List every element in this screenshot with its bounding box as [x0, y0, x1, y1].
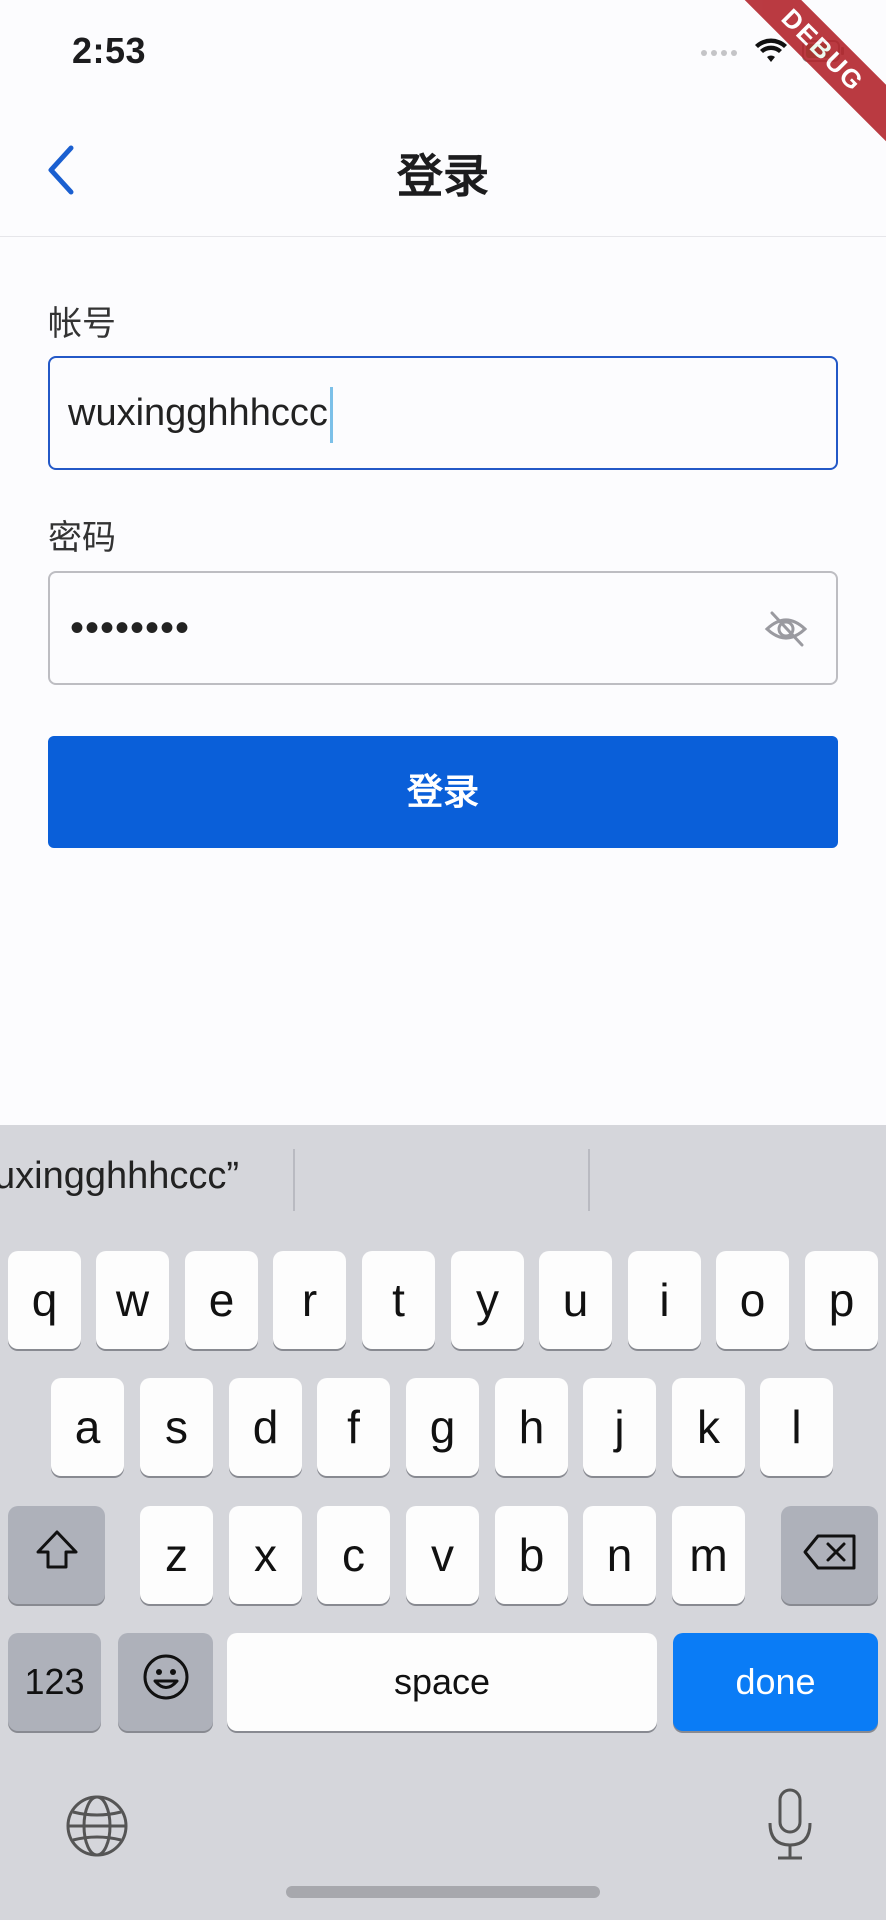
key-t[interactable]: t: [362, 1251, 435, 1349]
key-r[interactable]: r: [273, 1251, 346, 1349]
key-p[interactable]: p: [805, 1251, 878, 1349]
key-n[interactable]: n: [583, 1506, 656, 1604]
key-e[interactable]: e: [185, 1251, 258, 1349]
account-input[interactable]: wuxingghhhccc: [48, 356, 838, 470]
key-x[interactable]: x: [229, 1506, 302, 1604]
shift-key[interactable]: [8, 1506, 105, 1604]
key-a[interactable]: a: [51, 1378, 124, 1476]
wifi-icon: [754, 38, 788, 69]
text-caret: [329, 386, 333, 443]
password-label: 密码: [48, 519, 116, 557]
done-key[interactable]: done: [673, 1633, 878, 1731]
status-bar: 2:53 DEBUG: [0, 0, 886, 153]
key-k[interactable]: k: [672, 1378, 745, 1476]
key-j[interactable]: j: [583, 1378, 656, 1476]
suggestion-divider: [588, 1149, 590, 1211]
key-b[interactable]: b: [495, 1506, 568, 1604]
key-q[interactable]: q: [8, 1251, 81, 1349]
login-button[interactable]: 登录: [48, 736, 838, 848]
eye-off-icon[interactable]: [764, 609, 808, 649]
numbers-key[interactable]: 123: [8, 1633, 101, 1731]
key-f[interactable]: f: [317, 1378, 390, 1476]
key-w[interactable]: w: [96, 1251, 169, 1349]
key-o[interactable]: o: [716, 1251, 789, 1349]
home-indicator[interactable]: [286, 1886, 600, 1898]
signal-dots-icon: [700, 45, 740, 63]
key-y[interactable]: y: [451, 1251, 524, 1349]
status-time: 2:53: [72, 30, 147, 71]
password-input-value: ••••••••: [70, 606, 191, 650]
key-v[interactable]: v: [406, 1506, 479, 1604]
account-input-value: wuxingghhhccc: [68, 358, 333, 468]
microphone-icon[interactable]: [764, 1787, 816, 1868]
password-input[interactable]: ••••••••: [48, 571, 838, 685]
key-d[interactable]: d: [229, 1378, 302, 1476]
suggestion-divider: [293, 1149, 295, 1211]
key-h[interactable]: h: [495, 1378, 568, 1476]
key-u[interactable]: u: [539, 1251, 612, 1349]
suggestion-bar: uxingghhhccc”: [0, 1125, 886, 1235]
account-label: 帐号: [48, 305, 116, 343]
globe-icon[interactable]: [64, 1793, 130, 1864]
backspace-key[interactable]: [781, 1506, 878, 1604]
software-keyboard: uxingghhhccc” q w e r t y u i o p a s d …: [0, 1125, 886, 1920]
key-c[interactable]: c: [317, 1506, 390, 1604]
key-i[interactable]: i: [628, 1251, 701, 1349]
backspace-icon: [802, 1528, 858, 1582]
key-z[interactable]: z: [140, 1506, 213, 1604]
key-m[interactable]: m: [672, 1506, 745, 1604]
navigation-bar: 登录: [0, 110, 886, 237]
suggestion-item[interactable]: uxingghhhccc”: [0, 1155, 239, 1198]
emoji-icon: [141, 1652, 191, 1713]
key-l[interactable]: l: [760, 1378, 833, 1476]
shift-arrow-icon: [34, 1528, 80, 1582]
emoji-key[interactable]: [118, 1633, 213, 1731]
space-key[interactable]: space: [227, 1633, 657, 1731]
key-s[interactable]: s: [140, 1378, 213, 1476]
page-title: 登录: [397, 150, 489, 202]
key-g[interactable]: g: [406, 1378, 479, 1476]
